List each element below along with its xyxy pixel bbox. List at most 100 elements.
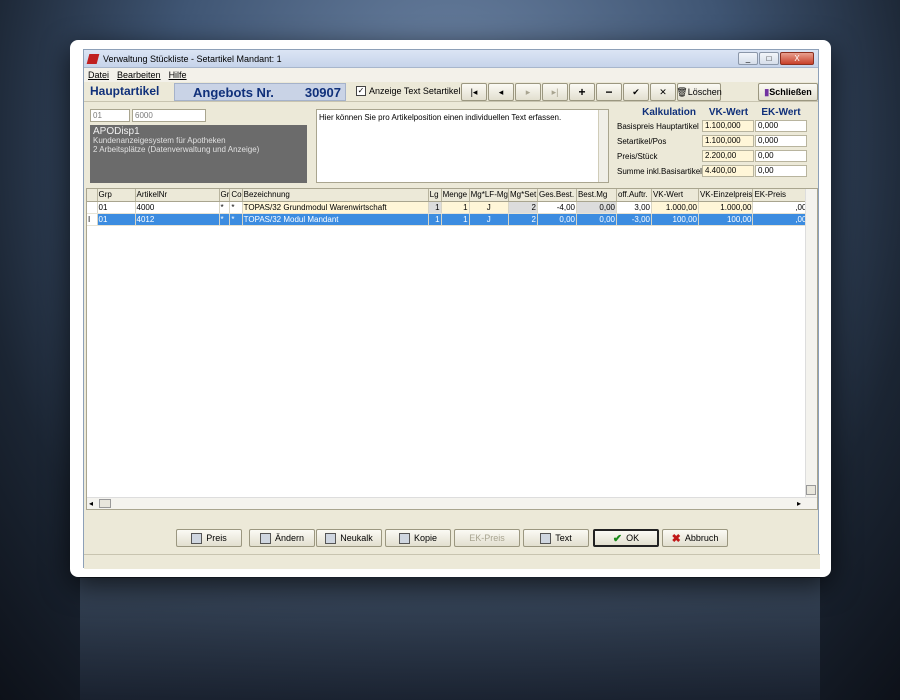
kalk-vk-field[interactable]: 4.400,00 — [702, 165, 754, 177]
add-button[interactable]: + — [569, 83, 595, 101]
confirm-button[interactable]: ✔ — [623, 83, 649, 101]
scroll-thumb[interactable] — [806, 485, 816, 495]
cell[interactable]: * — [229, 201, 243, 214]
cell[interactable]: 0,00 — [576, 213, 617, 226]
grid-horizontal-scrollbar[interactable]: ◂ ▸ — [87, 497, 817, 509]
cell[interactable]: * — [219, 201, 231, 214]
cell[interactable]: 4000 — [135, 201, 220, 214]
cell[interactable]: TOPAS/32 Modul Mandant — [242, 213, 429, 226]
grp-input[interactable]: 01 — [90, 109, 130, 122]
nav-last-button[interactable]: ▸| — [542, 83, 568, 101]
col-header[interactable]: EK-Preis — [752, 189, 809, 202]
col-header[interactable]: VK-Wert — [651, 189, 699, 202]
cell[interactable]: 4012 — [135, 213, 220, 226]
cell[interactable]: 0,00 — [576, 201, 617, 214]
col-header[interactable] — [87, 189, 98, 202]
neukalk-button[interactable]: Neukalk — [316, 529, 382, 547]
cell[interactable]: J — [469, 201, 509, 214]
kalk-vk-field[interactable]: 2.200,00 — [702, 150, 754, 162]
positions-grid[interactable]: Grp ArtikelNr Gr Co Bezeichnung Lg Menge… — [86, 188, 818, 510]
cell[interactable]: -3,00 — [616, 213, 652, 226]
col-header[interactable]: VK-Einzelpreis — [698, 189, 754, 202]
cell[interactable]: 1.000,00 — [698, 201, 754, 214]
kalk-vk-field[interactable]: 1.100,000 — [702, 135, 754, 147]
ok-button[interactable]: ✔ OK — [593, 529, 659, 547]
menu-datei[interactable]: Datei — [88, 70, 109, 80]
schliessen-label: Schließen — [769, 87, 812, 97]
col-header[interactable]: Grp — [97, 189, 136, 202]
kalk-ek-field[interactable]: 0,000 — [755, 120, 807, 132]
col-header[interactable]: Menge — [441, 189, 470, 202]
cell[interactable]: * — [219, 213, 231, 226]
scroll-thumb[interactable] — [99, 499, 111, 508]
cell[interactable]: ,00 — [752, 213, 809, 226]
nav-prev-button[interactable]: ◂ — [488, 83, 514, 101]
ekpreis-button[interactable]: EK-Preis — [454, 529, 520, 547]
remove-button[interactable]: − — [596, 83, 622, 101]
scroll-right-icon[interactable]: ▸ — [797, 499, 801, 508]
col-header[interactable]: Bezeichnung — [242, 189, 429, 202]
kalk-ek-field[interactable]: 0,000 — [755, 135, 807, 147]
angebots-panel: Angebots Nr. 30907 — [174, 83, 346, 101]
cell[interactable]: TOPAS/32 Grundmodul Warenwirtschaft — [242, 201, 429, 214]
kalk-ek-field[interactable]: 0,00 — [755, 150, 807, 162]
cell[interactable]: 3,00 — [616, 201, 652, 214]
nav-first-button[interactable]: |◂ — [461, 83, 487, 101]
cell[interactable]: -4,00 — [537, 201, 577, 214]
scroll-left-icon[interactable]: ◂ — [89, 499, 93, 508]
col-header[interactable]: Mg*Set — [508, 189, 538, 202]
grid-vertical-scrollbar[interactable] — [805, 189, 817, 497]
cell[interactable]: * — [229, 213, 243, 226]
menu-bearbeiten[interactable]: Bearbeiten — [117, 70, 161, 80]
cell[interactable] — [87, 201, 98, 214]
text-button[interactable]: Text — [523, 529, 589, 547]
copy-icon — [398, 532, 410, 544]
cell[interactable]: 1 — [441, 201, 470, 214]
menu-hilfe[interactable]: Hilfe — [169, 70, 187, 80]
schliessen-button[interactable]: ▮ Schließen — [758, 83, 818, 101]
artnr-input[interactable]: 6000 — [132, 109, 206, 122]
col-header[interactable]: Best.Mg — [576, 189, 617, 202]
cell[interactable]: 1 — [441, 213, 470, 226]
cell[interactable]: 01 — [97, 213, 136, 226]
cell[interactable]: ,00 — [752, 201, 809, 214]
kalk-vk-field[interactable]: 1.100,000 — [702, 120, 754, 132]
cell[interactable]: J — [469, 213, 509, 226]
table-row-selected[interactable]: I 01 4012 * * TOPAS/32 Modul Mandant 1 1… — [87, 213, 809, 226]
aendern-button[interactable]: Ändern — [249, 529, 315, 547]
cell[interactable]: 0,00 — [537, 213, 577, 226]
col-header[interactable]: ArtikelNr — [135, 189, 220, 202]
ekpreis-label: EK-Preis — [469, 533, 505, 543]
col-header[interactable]: Lg — [428, 189, 442, 202]
col-header[interactable]: off.Auftr. — [616, 189, 652, 202]
cell[interactable]: 2 — [508, 213, 538, 226]
text-scrollbar[interactable] — [598, 110, 608, 182]
cell[interactable]: 100,00 — [651, 213, 699, 226]
cell[interactable]: I — [87, 213, 98, 226]
kalk-ek-field[interactable]: 0,00 — [755, 165, 807, 177]
cancel-button[interactable]: ✕ — [650, 83, 676, 101]
minimize-button[interactable]: _ — [738, 52, 758, 65]
cell[interactable]: 1.000,00 — [651, 201, 699, 214]
kopie-button[interactable]: Kopie — [385, 529, 451, 547]
maximize-button[interactable]: □ — [759, 52, 779, 65]
cell[interactable]: 1 — [428, 213, 442, 226]
col-header[interactable]: Ges.Best. — [537, 189, 577, 202]
position-text-area[interactable]: Hier können Sie pro Artikelposition eine… — [316, 109, 609, 183]
close-button[interactable]: X — [780, 52, 814, 65]
cell[interactable]: 1 — [428, 201, 442, 214]
preis-button[interactable]: Preis — [176, 529, 242, 547]
col-header[interactable]: Co — [229, 189, 243, 202]
cell[interactable]: 2 — [508, 201, 538, 214]
abbruch-button[interactable]: ✖ Abbruch — [662, 529, 728, 547]
checkbox-icon[interactable]: ✓ — [356, 86, 366, 96]
cell[interactable]: 01 — [97, 201, 136, 214]
col-header[interactable]: Mg*LF-Mg — [469, 189, 509, 202]
loeschen-button[interactable]: 🗑 Löschen — [676, 83, 722, 101]
col-header[interactable]: Gr — [219, 189, 231, 202]
anzeige-text-checkbox[interactable]: ✓ Anzeige Text Setartikel — [356, 86, 460, 96]
cell[interactable]: 100,00 — [698, 213, 754, 226]
kalk-row: Summe inkl.Basisartikel 4.400,00 0,00 — [617, 164, 817, 178]
nav-next-button[interactable]: ▸ — [515, 83, 541, 101]
table-row[interactable]: 01 4000 * * TOPAS/32 Grundmodul Warenwir… — [87, 201, 809, 214]
